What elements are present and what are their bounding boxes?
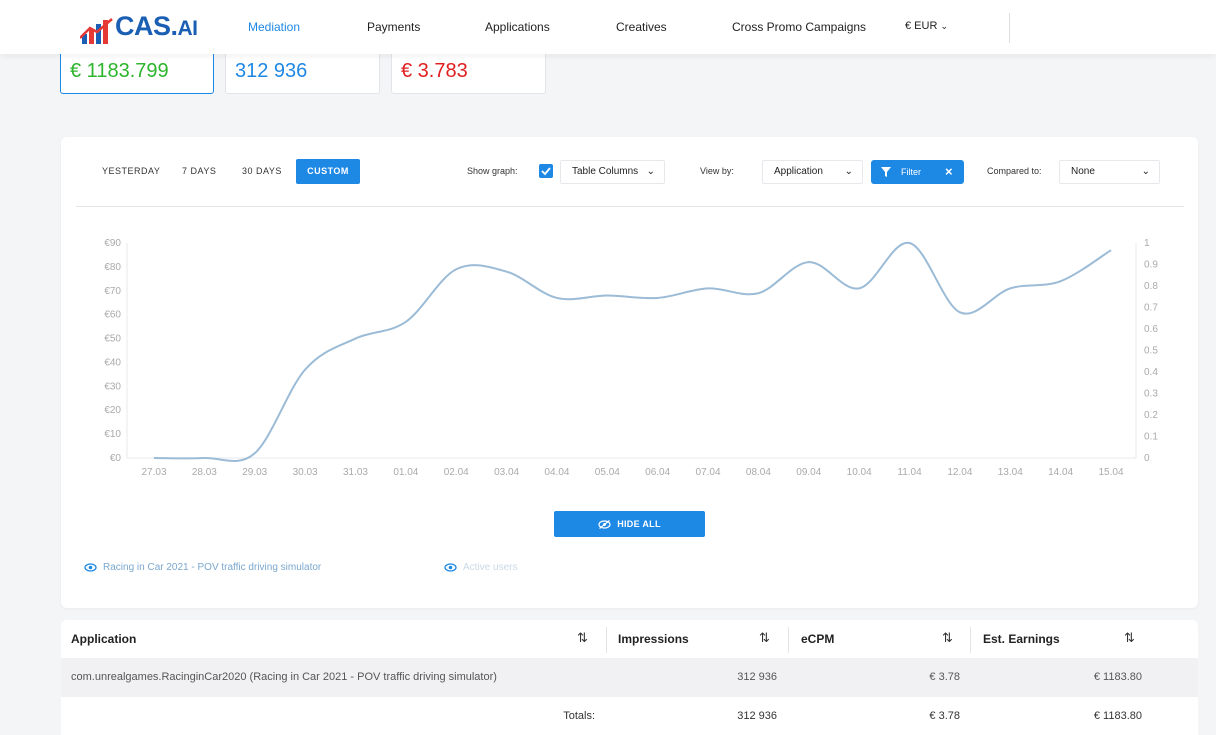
x-tick-label: 06.04	[645, 467, 670, 478]
totals-impressions: 312 936	[737, 710, 777, 722]
nav-creatives[interactable]: Creatives	[616, 20, 667, 34]
y-tick-label-right: 0.1	[1144, 432, 1158, 443]
x-tick-label: 02.04	[444, 467, 469, 478]
x-tick-label: 01.04	[393, 467, 418, 478]
y-tick-label-right: 0.4	[1144, 367, 1158, 378]
kpi-impressions-card[interactable]: 312 936	[225, 50, 380, 94]
column-divider	[606, 627, 607, 653]
y-tick-label-left: €10	[104, 429, 121, 440]
kpi-earnings-value: € 1183.799	[70, 60, 169, 82]
x-tick-label: 15.04	[1098, 467, 1123, 478]
nav-applications[interactable]: Applications	[485, 20, 550, 34]
cell-impressions: 312 936	[737, 671, 777, 683]
column-divider	[970, 627, 971, 653]
y-tick-label-right: 0.5	[1144, 346, 1158, 357]
y-tick-label-left: €90	[104, 238, 121, 249]
y-tick-label-right: 0	[1144, 453, 1150, 464]
y-tick-label-left: €20	[104, 405, 121, 416]
x-tick-label: 11.04	[897, 467, 922, 478]
legend-item-active-users[interactable]: Active users	[444, 562, 517, 573]
x-tick-label: 08.04	[746, 467, 771, 478]
nav-payments[interactable]: Payments	[367, 20, 420, 34]
totals-earnings: € 1183.80	[1093, 710, 1142, 722]
legend-item-racing-in-car[interactable]: Racing in Car 2021 - POV traffic driving…	[84, 562, 321, 573]
y-tick-label-left: €40	[104, 357, 121, 368]
sort-icon[interactable]: ⇅	[942, 630, 953, 646]
sort-icon[interactable]: ⇅	[577, 630, 588, 646]
y-tick-label-left: €50	[104, 334, 121, 345]
kpi-earnings-card[interactable]: € 1183.799	[60, 50, 214, 94]
x-tick-label: 07.04	[696, 467, 721, 478]
cell-ecpm: € 3.78	[929, 671, 960, 683]
x-tick-label: 27.03	[141, 467, 166, 478]
totals-row: Totals: 312 936 € 3.78 € 1183.80	[61, 697, 1198, 735]
eye-icon	[84, 563, 97, 572]
x-tick-label: 28.03	[192, 467, 217, 478]
totals-label: Totals:	[563, 710, 595, 722]
cas-ai-logo[interactable]: CAS.AI	[80, 11, 198, 44]
x-tick-label: 10.04	[847, 467, 872, 478]
legend-label: Active users	[463, 562, 518, 573]
y-tick-label-right: 1	[1144, 238, 1150, 249]
x-tick-label: 14.04	[1048, 467, 1073, 478]
earnings-line-chart: €0 €10 €20 €30 €40 €50 €60 €70 €80 €90 0 0.1 0.2 0.3 0…	[104, 238, 1158, 478]
nav-divider	[1009, 13, 1010, 43]
x-tick-label: 12.04	[947, 467, 972, 478]
nav-mediation[interactable]: Mediation	[248, 20, 300, 34]
totals-ecpm: € 3.78	[929, 710, 960, 722]
column-header-est-earnings[interactable]: Est. Earnings	[983, 632, 1060, 646]
x-tick-label: 31.03	[343, 467, 368, 478]
x-tick-label: 30.03	[293, 467, 318, 478]
hide-all-label: HIDE ALL	[617, 519, 661, 529]
y-tick-label-left: €0	[110, 453, 122, 464]
column-header-impressions[interactable]: Impressions	[618, 632, 689, 646]
y-tick-label-left: €70	[104, 286, 121, 297]
legend-label: Racing in Car 2021 - POV traffic driving…	[103, 562, 322, 573]
y-tick-label-right: 0.7	[1144, 303, 1158, 314]
x-tick-label: 04.04	[544, 467, 569, 478]
eye-icon	[444, 563, 457, 572]
x-tick-label: 29.03	[242, 467, 267, 478]
currency-label: € EUR	[905, 20, 938, 32]
cell-earnings: € 1183.80	[1093, 671, 1142, 683]
cell-application: com.unrealgames.RacinginCar2020 (Racing …	[71, 671, 497, 683]
column-header-application[interactable]: Application	[71, 632, 136, 646]
table-row[interactable]: com.unrealgames.RacinginCar2020 (Racing …	[61, 658, 1198, 697]
eye-slash-icon	[598, 520, 611, 530]
y-tick-label-right: 0.8	[1144, 281, 1158, 292]
series-line-racing-in-car	[153, 241, 1112, 462]
x-tick-label: 13.04	[998, 467, 1023, 478]
x-tick-label: 05.04	[595, 467, 620, 478]
x-tick-label: 03.04	[494, 467, 519, 478]
logo-chart-icon	[80, 18, 113, 44]
top-navigation: CAS.AI Mediation Payments Applications C…	[0, 0, 1216, 54]
y-tick-label-left: €30	[104, 381, 121, 392]
apps-table: Application ⇅ Impressions ⇅ eCPM ⇅ Est. …	[61, 620, 1198, 735]
kpi-ecpm-card[interactable]: € 3.783	[391, 50, 546, 94]
kpi-ecpm-value: € 3.783	[401, 60, 468, 82]
column-divider	[788, 627, 789, 653]
chevron-down-icon: ⌄	[940, 21, 949, 31]
hide-all-button[interactable]: HIDE ALL	[554, 511, 705, 537]
sort-icon[interactable]: ⇅	[759, 630, 770, 646]
sort-icon[interactable]: ⇅	[1124, 630, 1135, 646]
x-tick-label: 09.04	[796, 467, 821, 478]
column-header-ecpm[interactable]: eCPM	[801, 632, 834, 646]
y-tick-label-right: 0.9	[1144, 260, 1158, 271]
y-tick-label-right: 0.3	[1144, 389, 1158, 400]
y-tick-label-right: 0.6	[1144, 324, 1158, 335]
nav-cross-promo-campaigns[interactable]: Cross Promo Campaigns	[732, 20, 866, 34]
logo-text: CAS.AI	[115, 11, 198, 41]
y-tick-label-right: 0.2	[1144, 410, 1158, 421]
y-tick-label-left: €80	[104, 262, 121, 273]
currency-selector[interactable]: € EUR ⌄	[905, 20, 948, 32]
kpi-impressions-value: 312 936	[235, 60, 308, 82]
report-card: YESTERDAY 7 DAYS 30 DAYS CUSTOM Show gra…	[61, 137, 1198, 608]
y-tick-label-left: €60	[104, 310, 121, 321]
